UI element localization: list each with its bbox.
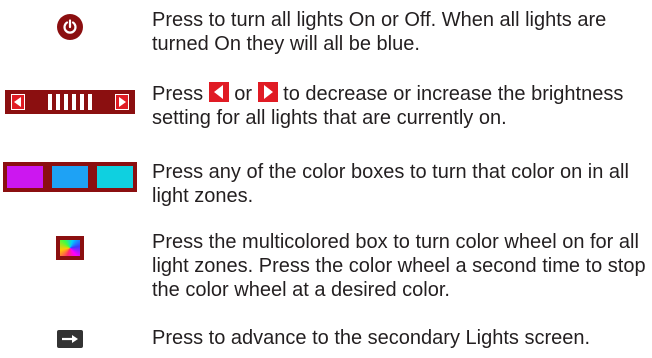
advance-description: Press to advance to the secondary Lights… — [152, 327, 591, 349]
brightness-description: Press or to decrease or increase the bri… — [152, 82, 647, 130]
brightness-text-before: Press — [152, 83, 209, 105]
row-advance: Press to advance to the secondary Lights… — [0, 326, 652, 356]
color-boxes-description: Press any of the color boxes to turn tha… — [152, 161, 629, 207]
increase-arrow-icon[interactable] — [115, 94, 129, 110]
magenta-color-box[interactable] — [7, 166, 43, 188]
brightness-control[interactable] — [5, 90, 135, 114]
row-power: Press to turn all lights On or Off. When… — [0, 0, 652, 60]
row-color-wheel: Press the multicolored box to turn color… — [0, 228, 652, 304]
brightness-bar — [80, 94, 84, 110]
color-wheel-description: Press the multicolored box to turn color… — [152, 231, 646, 301]
color-wheel-icon-cell — [0, 236, 140, 260]
swatch-icon-cell — [0, 162, 140, 192]
power-icon-cell — [0, 14, 140, 40]
row-color-boxes: Press any of the color boxes to turn tha… — [0, 150, 652, 207]
color-boxes — [3, 162, 137, 192]
brightness-text-middle: or — [228, 83, 258, 105]
advance-icon-cell — [0, 330, 140, 348]
power-description: Press to turn all lights On or Off. When… — [152, 9, 607, 55]
brightness-bar — [72, 94, 76, 110]
brightness-bar — [64, 94, 68, 110]
cyan-color-box[interactable] — [97, 166, 133, 188]
multicolor-box — [60, 240, 80, 256]
decrease-arrow-icon[interactable] — [11, 94, 25, 110]
advance-arrow-icon[interactable] — [57, 330, 83, 348]
right-arrow-icon — [257, 82, 278, 102]
brightness-bar — [48, 94, 52, 110]
color-wheel-icon[interactable] — [56, 236, 84, 260]
brightness-icon-cell — [0, 90, 140, 114]
power-icon[interactable] — [57, 14, 83, 40]
left-arrow-icon — [208, 82, 229, 102]
brightness-level-bars — [28, 94, 112, 110]
blue-color-box[interactable] — [52, 166, 88, 188]
row-brightness: Press or to decrease or increase the bri… — [0, 82, 652, 138]
brightness-bar — [56, 94, 60, 110]
brightness-bar — [88, 94, 92, 110]
